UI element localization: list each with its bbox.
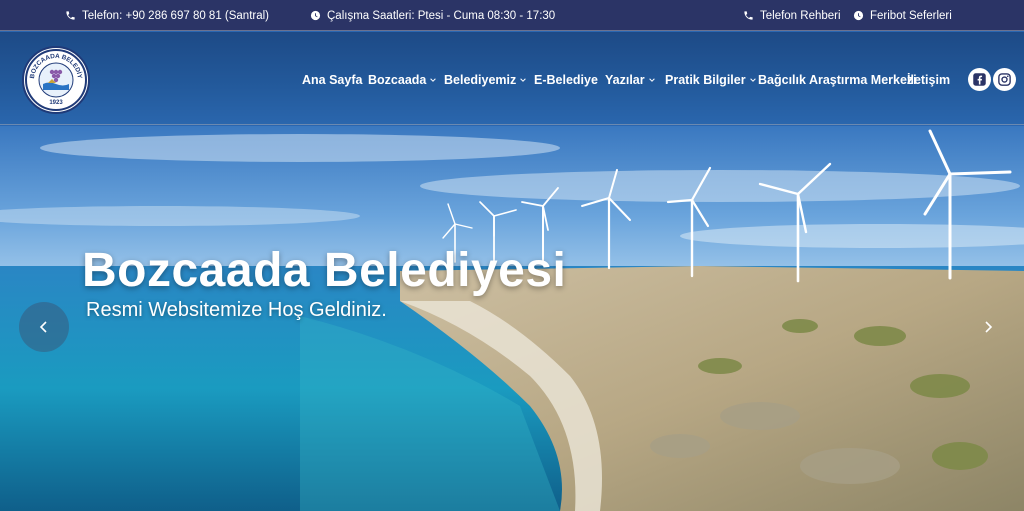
nav-label: Bağcılık Araştırma Merkezi <box>758 73 917 87</box>
phone-text: Telefon: +90 286 697 80 81 (Santral) <box>82 9 270 22</box>
chevron-down-icon <box>430 78 437 82</box>
logo-year: 1923 <box>49 100 63 106</box>
chevron-down-icon <box>749 78 756 82</box>
nav-item-yazilar[interactable]: Yazılar <box>605 73 656 87</box>
facebook-icon <box>973 73 986 86</box>
phone-info[interactable]: Telefon: +90 286 697 80 81 (Santral) <box>65 0 269 31</box>
slider-prev-button[interactable] <box>19 302 69 352</box>
instagram-icon <box>998 73 1011 86</box>
municipality-logo[interactable]: BOZCAADA BELEDİYESİ 1923 <box>22 46 90 114</box>
nav-label: E-Belediye <box>534 73 598 87</box>
chevron-left-icon <box>39 321 47 333</box>
phone-directory-text: Telefon Rehberi <box>760 9 841 22</box>
clock-icon <box>853 10 864 21</box>
phone-directory-link[interactable]: Telefon Rehberi <box>743 0 841 31</box>
working-hours-text: Çalışma Saatleri: Ptesi - Cuma 08:30 - 1… <box>327 9 556 22</box>
top-info-bar: Telefon: +90 286 697 80 81 (Santral) Çal… <box>0 0 1024 31</box>
nav-item-belediyemiz[interactable]: Belediyemiz <box>444 73 527 87</box>
facebook-link[interactable] <box>968 68 991 91</box>
phone-icon <box>66 11 75 20</box>
nav-item-bagcilik[interactable]: Bağcılık Araştırma Merkezi <box>758 73 917 87</box>
logo-emblem-icon: BOZCAADA BELEDİYESİ 1923 <box>24 48 87 111</box>
hero-title: Bozcaada Belediyesi <box>82 244 567 297</box>
nav-item-home[interactable]: Ana Sayfa <box>302 73 362 87</box>
hero-slider: Bozcaada Belediyesi Resmi Websitemize Ho… <box>0 126 1024 511</box>
nav-label: Belediyemiz <box>444 73 517 87</box>
ferry-schedule-link[interactable]: Feribot Seferleri <box>853 0 952 31</box>
hero-subtitle: Resmi Websitemize Hoş Geldiniz. <box>86 299 387 321</box>
nav-item-e-belediye[interactable]: E-Belediye <box>534 73 598 87</box>
ferry-schedule-text: Feribot Seferleri <box>870 9 952 22</box>
nav-item-iletisim[interactable]: İletişim <box>907 73 950 87</box>
nav-item-pratik-bilgiler[interactable]: Pratik Bilgiler <box>665 73 757 87</box>
nav-label: Bozcaada <box>368 73 427 87</box>
nav-label: İletişim <box>907 73 951 87</box>
slider-next-button[interactable] <box>975 312 1001 342</box>
chevron-down-icon <box>648 78 655 82</box>
nav-label: Pratik Bilgiler <box>665 73 746 87</box>
chevron-right-icon <box>985 321 993 333</box>
instagram-link[interactable] <box>993 68 1016 91</box>
chevron-down-icon <box>520 78 527 82</box>
clock-icon <box>310 10 321 21</box>
nav-label: Yazılar <box>605 73 645 87</box>
nav-label: Ana Sayfa <box>302 73 363 87</box>
main-header: BOZCAADA BELEDİYESİ 1923 Ana Sayfa Bozca… <box>0 32 1024 125</box>
nav-item-bozcaada[interactable]: Bozcaada <box>368 73 437 87</box>
phone-icon <box>744 11 753 20</box>
working-hours-info: Çalışma Saatleri: Ptesi - Cuma 08:30 - 1… <box>310 0 555 31</box>
